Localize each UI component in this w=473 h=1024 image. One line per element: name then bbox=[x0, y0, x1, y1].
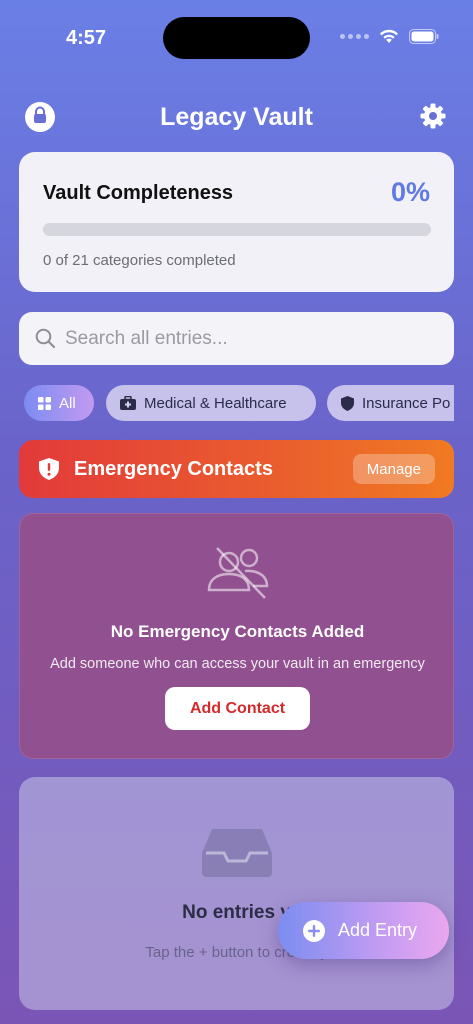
shield-icon bbox=[341, 395, 354, 411]
grid-icon bbox=[38, 396, 51, 410]
page-title: Legacy Vault bbox=[160, 103, 313, 131]
chip-label: Medical & Healthcare bbox=[144, 394, 287, 412]
empty-contacts-title: No Emergency Contacts Added bbox=[110, 622, 365, 641]
completeness-progress-bar bbox=[43, 223, 431, 236]
dynamic-island bbox=[163, 17, 310, 59]
inbox-icon bbox=[202, 827, 272, 882]
shield-alert-icon bbox=[39, 458, 59, 485]
settings-button[interactable] bbox=[418, 101, 448, 131]
status-time: 4:57 bbox=[66, 27, 107, 49]
add-entry-button[interactable]: Add Entry bbox=[278, 902, 449, 959]
empty-contacts-subtitle: Add someone who can access your vault in… bbox=[50, 656, 425, 672]
status-bar: 4:57 bbox=[0, 0, 473, 70]
chip-insurance[interactable]: Insurance Po bbox=[327, 385, 454, 421]
signal-icon bbox=[340, 34, 369, 39]
chip-medical-healthcare[interactable]: Medical & Healthcare bbox=[106, 385, 316, 421]
chip-label: Insurance Po bbox=[362, 394, 451, 412]
emergency-contacts-title: Emergency Contacts bbox=[74, 458, 273, 480]
add-entry-label: Add Entry bbox=[338, 920, 418, 940]
medical-kit-icon bbox=[120, 396, 136, 410]
emergency-contacts-empty-state: No Emergency Contacts Added Add someone … bbox=[19, 513, 454, 759]
vault-completeness-card: Vault Completeness 0% 0 of 21 categories… bbox=[19, 152, 454, 292]
battery-icon bbox=[409, 29, 439, 44]
gear-icon bbox=[418, 103, 448, 135]
add-contact-button[interactable]: Add Contact bbox=[165, 687, 310, 730]
status-icons bbox=[340, 29, 439, 44]
entries-empty-state: No entries y Tap the + button to create … bbox=[19, 777, 454, 1010]
plus-circle-icon bbox=[302, 919, 326, 948]
search-icon bbox=[35, 328, 56, 354]
emergency-contacts-header: Emergency Contacts Manage bbox=[19, 440, 454, 498]
no-users-icon bbox=[205, 544, 271, 605]
search-bar[interactable] bbox=[19, 312, 454, 365]
completeness-percent: 0% bbox=[390, 177, 430, 207]
category-filter-chips: All Medical & Healthcare Insurance Po bbox=[24, 385, 454, 421]
completeness-title: Vault Completeness bbox=[43, 182, 234, 204]
chip-label: All bbox=[59, 394, 76, 412]
completeness-subtitle: 0 of 21 categories completed bbox=[43, 252, 236, 269]
header: Legacy Vault bbox=[0, 98, 473, 138]
chip-all[interactable]: All bbox=[24, 385, 94, 421]
manage-button[interactable]: Manage bbox=[352, 454, 435, 484]
search-input[interactable] bbox=[65, 312, 445, 365]
wifi-icon bbox=[379, 29, 399, 44]
